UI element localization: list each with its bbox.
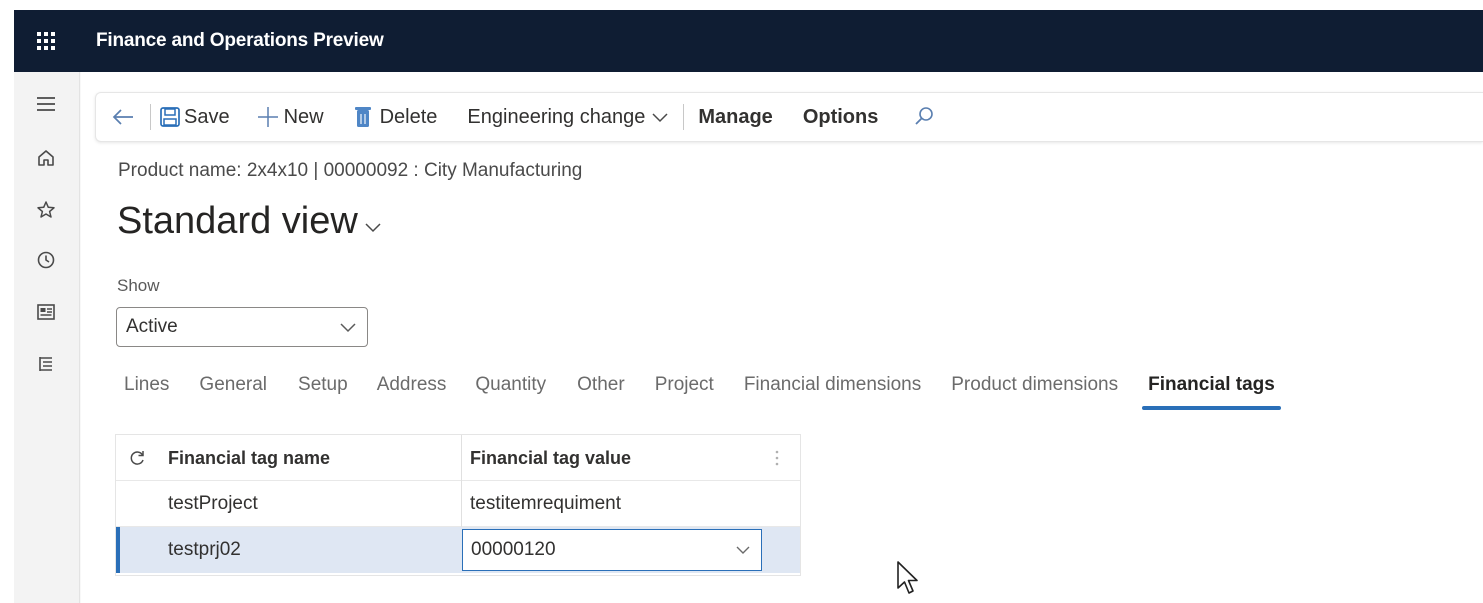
column-header-tag-name[interactable]: Financial tag name — [168, 435, 330, 481]
tag-name-cell: testprj02 — [168, 539, 241, 560]
column-divider — [461, 481, 462, 527]
left-nav — [14, 72, 80, 603]
tab-address[interactable]: Address — [377, 368, 447, 414]
column-options-icon[interactable] — [774, 435, 780, 481]
tab-quantity[interactable]: Quantity — [475, 368, 546, 414]
tag-value-dropdown[interactable]: 00000120 — [462, 529, 762, 571]
show-value: Active — [126, 316, 178, 337]
show-dropdown[interactable]: Active — [116, 307, 368, 347]
delete-button[interactable]: Delete — [354, 92, 438, 142]
table-row[interactable]: testProject testitemrequiment — [116, 481, 800, 527]
tab-product-dimensions[interactable]: Product dimensions — [951, 368, 1118, 414]
refresh-button[interactable] — [128, 435, 146, 481]
tab-setup[interactable]: Setup — [298, 368, 348, 414]
save-button[interactable]: Save — [159, 92, 230, 142]
column-header-tag-value[interactable]: Financial tag value — [470, 435, 631, 481]
action-pane: Save New Delete Engineering change Manag… — [95, 92, 1483, 142]
page-title: Standard view — [117, 200, 358, 242]
search-button[interactable] — [912, 92, 936, 142]
refresh-icon — [130, 451, 144, 465]
record-caption: Product name: 2x4x10 | 00000092 : City M… — [118, 160, 583, 181]
save-icon — [160, 107, 180, 127]
toolbar-separator — [150, 104, 151, 130]
tag-name-cell: testProject — [168, 493, 258, 514]
chevron-down-icon — [736, 546, 750, 554]
tab-strip: Lines General Setup Address Quantity Oth… — [110, 368, 1281, 416]
search-icon — [915, 107, 934, 125]
delete-icon — [354, 107, 371, 127]
show-label: Show — [117, 276, 160, 295]
chevron-down-icon — [652, 113, 668, 123]
home-icon[interactable] — [34, 146, 58, 170]
view-selector[interactable]: Standard view — [117, 200, 382, 243]
top-bar: Finance and Operations Preview — [14, 10, 1483, 72]
tab-financial-dimensions[interactable]: Financial dimensions — [744, 368, 921, 414]
engineering-change-label: Engineering change — [467, 105, 646, 128]
list-icon[interactable] — [34, 352, 58, 376]
star-icon[interactable] — [34, 198, 58, 222]
tag-value-cell[interactable]: testitemrequiment — [470, 481, 621, 527]
selected-row-marker — [116, 527, 120, 573]
plus-icon — [257, 107, 278, 127]
workspace-icon[interactable] — [34, 300, 58, 324]
app-launcher-button[interactable] — [14, 10, 78, 72]
mouse-pointer-icon — [896, 560, 922, 601]
save-label: Save — [184, 105, 230, 128]
back-button[interactable] — [110, 92, 136, 142]
chevron-down-icon — [365, 222, 381, 232]
toolbar-separator — [683, 104, 685, 130]
tab-financial-tags[interactable]: Financial tags — [1142, 368, 1281, 414]
options-tab[interactable]: Options — [803, 92, 879, 142]
tab-general[interactable]: General — [199, 368, 267, 414]
manage-tab[interactable]: Manage — [698, 92, 772, 142]
grid-header-row: Financial tag name Financial tag value — [116, 435, 800, 481]
financial-tags-grid: Financial tag name Financial tag value t… — [115, 434, 801, 576]
table-row-selected[interactable]: testprj02 00000120 — [116, 527, 800, 573]
new-button[interactable]: New — [256, 92, 324, 142]
hamburger-icon[interactable] — [34, 92, 58, 116]
new-label: New — [283, 105, 324, 128]
tab-lines[interactable]: Lines — [124, 368, 169, 414]
page: Finance and Operations Preview Save New … — [0, 0, 1483, 603]
tab-other[interactable]: Other — [577, 368, 625, 414]
tab-project[interactable]: Project — [655, 368, 714, 414]
column-divider — [461, 435, 462, 481]
clock-icon[interactable] — [34, 248, 58, 272]
tag-value-text: 00000120 — [471, 539, 556, 560]
waffle-icon — [37, 32, 55, 50]
chevron-down-icon — [340, 323, 356, 333]
app-title: Finance and Operations Preview — [96, 30, 384, 51]
back-arrow-icon — [112, 109, 133, 125]
delete-label: Delete — [379, 105, 438, 128]
engineering-change-menu[interactable]: Engineering change — [467, 92, 669, 142]
